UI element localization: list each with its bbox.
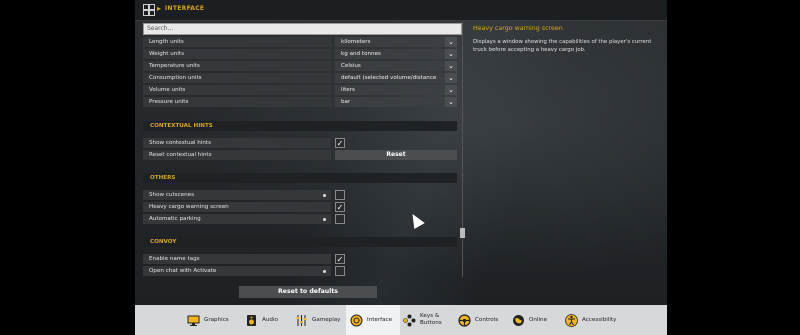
setting-label-text: Automatic parking	[149, 216, 201, 222]
setting-label: Show cutscenes	[143, 190, 331, 200]
chevron-down-icon[interactable]: ⌄	[445, 61, 457, 71]
tab-label: Graphics	[204, 317, 229, 323]
description-title: Heavy cargo warning screen	[473, 25, 563, 32]
show-contextual-hints-checkbox[interactable]: ✓	[335, 138, 345, 148]
accessibility-icon	[565, 313, 578, 327]
setting-label: Automatic parking	[143, 214, 331, 224]
breadcrumb-arrow-icon: ▸	[157, 4, 162, 13]
speaker-icon	[245, 314, 258, 327]
volume-units-select[interactable]: liters	[335, 85, 445, 95]
setting-label: Weight units	[143, 49, 331, 59]
setting-label: Pressure units	[143, 97, 331, 107]
scroll-track[interactable]	[462, 22, 463, 277]
show-cutscenes-checkbox[interactable]	[335, 190, 345, 200]
setting-label: Heavy cargo warning screen	[143, 202, 331, 212]
section-header-others: OTHERS	[143, 173, 457, 183]
heavy-cargo-warning-checkbox[interactable]: ✓	[335, 202, 345, 212]
breadcrumb[interactable]: INTERFACE	[165, 5, 204, 12]
checkmark-icon: ✓	[336, 203, 344, 212]
touch-icon	[350, 314, 363, 327]
setting-label: Enable name tags	[143, 254, 331, 264]
chevron-down-icon[interactable]: ⌄	[445, 73, 457, 83]
chevron-down-icon[interactable]: ⌄	[445, 85, 457, 95]
grid-menu-icon[interactable]	[143, 4, 155, 16]
tab-label: Online	[529, 317, 548, 323]
tab-label: Gameplay	[312, 317, 341, 323]
setting-label: Show contextual hints	[143, 138, 331, 148]
temperature-units-select[interactable]: Celsius	[335, 61, 445, 71]
bottom-tab-bar: Graphics Audio Gameplay Interface Keys &…	[135, 305, 667, 335]
open-chat-checkbox[interactable]	[335, 266, 345, 276]
enable-name-tags-checkbox[interactable]: ✓	[335, 254, 345, 264]
weight-units-select[interactable]: kg and tonnes	[335, 49, 445, 59]
chevron-down-icon[interactable]: ⌄	[445, 49, 457, 59]
settings-window: ▸ INTERFACE Search... Length units kilom…	[135, 0, 667, 305]
tab-label: Interface	[367, 317, 393, 323]
setting-label: Consumption units	[143, 73, 331, 83]
sliders-icon	[295, 314, 308, 327]
scrollbar-thumb[interactable]	[460, 228, 465, 238]
gamepad-buttons-icon	[403, 314, 416, 327]
setting-label-text: Open chat with Activate	[149, 268, 217, 274]
checkmark-icon: ✓	[336, 139, 344, 148]
checkmark-icon: ✓	[336, 255, 344, 264]
setting-label: Reset contextual hints	[143, 150, 331, 160]
tab-graphics[interactable]: Graphics	[187, 305, 229, 335]
section-header-convoy: CONVOY	[143, 237, 457, 247]
chevron-down-icon[interactable]: ⌄	[445, 37, 457, 47]
tab-accessibility[interactable]: Accessibility	[565, 305, 616, 335]
monitor-icon	[187, 314, 200, 327]
tab-label: Accessibility	[582, 317, 617, 323]
search-input[interactable]: Search...	[143, 23, 462, 35]
tab-label: Keys & Buttons	[420, 313, 442, 326]
tab-label: Controls	[475, 317, 499, 323]
setting-label-text: Show cutscenes	[149, 192, 195, 198]
automatic-parking-checkbox[interactable]	[335, 214, 345, 224]
reset-hints-button[interactable]: Reset	[335, 150, 457, 160]
setting-label: Open chat with Activate	[143, 266, 331, 276]
globe-icon	[512, 314, 525, 327]
section-header-contextual-hints: CONTEXTUAL HINTS	[143, 121, 457, 131]
description-text: Displays a window showing the capabiliti…	[473, 39, 652, 53]
chevron-down-icon[interactable]: ⌄	[445, 97, 457, 107]
tab-label: Audio	[262, 317, 278, 323]
tab-interface[interactable]: Interface	[346, 305, 400, 335]
tab-controls[interactable]: Controls	[458, 305, 498, 335]
info-dot-icon	[323, 218, 326, 221]
info-dot-icon	[323, 270, 326, 273]
setting-label: Volume units	[143, 85, 331, 95]
tab-gameplay[interactable]: Gameplay	[295, 305, 341, 335]
setting-label: Length units	[143, 37, 331, 47]
setting-label: Temperature units	[143, 61, 331, 71]
reset-to-defaults-button[interactable]: Reset to defaults	[239, 286, 377, 298]
length-units-select[interactable]: kilometers	[335, 37, 445, 47]
tab-keys-buttons[interactable]: Keys & Buttons	[403, 305, 442, 335]
tab-audio[interactable]: Audio	[245, 305, 278, 335]
info-dot-icon	[323, 194, 326, 197]
steering-wheel-icon	[458, 313, 471, 327]
top-bar: ▸ INTERFACE	[135, 0, 667, 21]
consumption-units-select[interactable]: default (selected volume/distance units)	[335, 73, 445, 91]
tab-online[interactable]: Online	[512, 305, 547, 335]
pressure-units-select[interactable]: bar	[335, 97, 445, 107]
